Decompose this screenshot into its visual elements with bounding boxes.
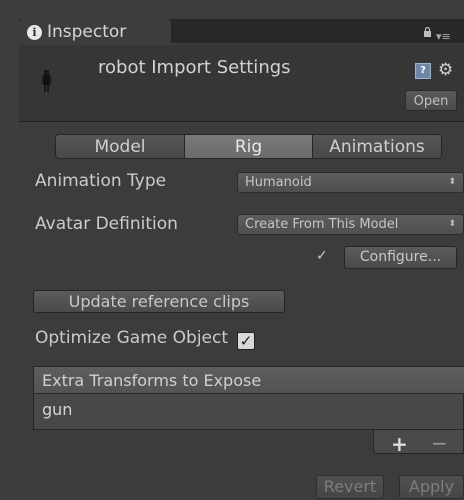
tab-model[interactable]: Model bbox=[55, 134, 185, 159]
revert-button[interactable]: Revert bbox=[316, 475, 384, 499]
lock-icon[interactable] bbox=[423, 27, 432, 37]
animation-type-dropdown[interactable]: Humanoid ⬍ bbox=[237, 172, 464, 193]
inspector-tab[interactable]: i Inspector bbox=[19, 19, 171, 45]
tab-rig[interactable]: Rig bbox=[185, 134, 312, 159]
configure-button[interactable]: Configure... bbox=[344, 246, 457, 269]
tab-animations[interactable]: Animations bbox=[312, 134, 442, 159]
info-icon: i bbox=[27, 25, 42, 40]
menu-icon[interactable]: ▾≡ bbox=[436, 30, 451, 43]
animation-type-label: Animation Type bbox=[35, 171, 167, 191]
model-thumbnail-icon bbox=[41, 70, 52, 92]
dropdown-arrow-icon: ⬍ bbox=[448, 177, 456, 187]
remove-item-button[interactable]: − bbox=[431, 431, 448, 455]
avatar-definition-label: Avatar Definition bbox=[35, 214, 178, 234]
optimize-game-object-checkbox[interactable]: ✓ bbox=[237, 332, 255, 350]
avatar-definition-dropdown[interactable]: Create From This Model ⬍ bbox=[237, 214, 464, 235]
inspector-tab-label: Inspector bbox=[47, 22, 127, 42]
animation-type-value: Humanoid bbox=[245, 175, 312, 190]
configured-check-icon: ✓ bbox=[316, 248, 328, 264]
list-item[interactable]: gun bbox=[42, 400, 72, 419]
list-footer bbox=[373, 430, 464, 454]
page-title: robot Import Settings bbox=[98, 57, 291, 78]
dropdown-arrow-icon: ⬍ bbox=[448, 219, 456, 229]
update-reference-clips-button[interactable]: Update reference clips bbox=[33, 290, 285, 313]
add-item-button[interactable]: + bbox=[391, 432, 408, 456]
apply-button[interactable]: Apply bbox=[399, 475, 464, 499]
extra-transforms-header: Extra Transforms to Expose bbox=[34, 367, 464, 394]
optimize-game-object-label: Optimize Game Object bbox=[35, 328, 229, 348]
avatar-definition-value: Create From This Model bbox=[245, 217, 399, 232]
open-button[interactable]: Open bbox=[405, 90, 457, 111]
help-icon[interactable]: ? bbox=[415, 63, 431, 79]
gear-icon[interactable]: ⚙ bbox=[438, 60, 453, 80]
import-tabs: Model Rig Animations bbox=[55, 134, 442, 159]
